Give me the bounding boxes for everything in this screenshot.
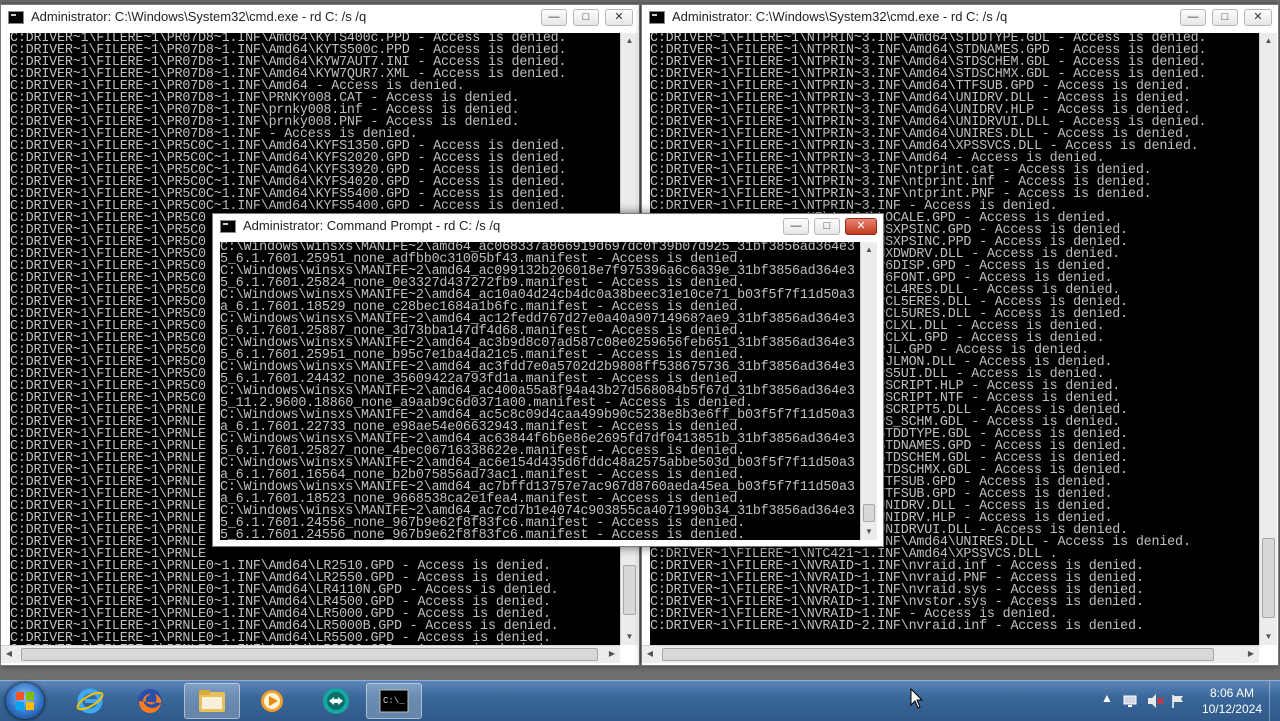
action-center-flag-icon[interactable] <box>1170 693 1186 709</box>
scroll-left-arrow[interactable]: ◀ <box>1 646 17 663</box>
scroll-thumb[interactable] <box>1262 538 1275 618</box>
command-prompt-icon: C:\_ <box>379 689 409 713</box>
network-icon[interactable] <box>1122 693 1138 709</box>
cmd-window-front[interactable]: Administrator: Command Prompt - rd C: /s… <box>212 213 884 547</box>
mouse-cursor-icon <box>910 688 924 709</box>
show-hidden-icons-button[interactable]: ▲ <box>1101 691 1113 705</box>
scroll-down-arrow[interactable]: ▼ <box>861 524 877 540</box>
minimize-button[interactable]: — <box>783 218 809 235</box>
scroll-right-arrow[interactable]: ▶ <box>1243 646 1259 663</box>
cmd-icon <box>220 220 236 233</box>
scroll-thumb[interactable] <box>863 504 875 522</box>
title-bar[interactable]: Administrator: C:\Windows\System32\cmd.e… <box>642 5 1278 31</box>
scroll-up-arrow[interactable]: ▲ <box>861 242 877 258</box>
taskbar-teamviewer[interactable] <box>308 683 364 719</box>
show-desktop-button[interactable] <box>1269 681 1280 721</box>
minimize-button[interactable]: — <box>1180 9 1206 26</box>
scroll-down-arrow[interactable]: ▼ <box>621 629 638 645</box>
scroll-thumb[interactable] <box>21 648 598 661</box>
taskbar-firefox[interactable] <box>122 683 178 719</box>
maximize-button[interactable]: □ <box>573 9 599 26</box>
clock-time: 8:06 AM <box>1209 686 1254 700</box>
close-button[interactable]: ✕ <box>605 9 633 26</box>
volume-muted-icon[interactable] <box>1146 693 1164 709</box>
svg-text:C:\_: C:\_ <box>383 696 405 706</box>
taskbar-internet-explorer[interactable] <box>62 683 118 719</box>
taskbar-command-prompt[interactable]: C:\_ <box>366 683 422 719</box>
console-output[interactable]: C:\Windows\winsxs\MANIFE~2\amd64_ac06833… <box>220 242 860 540</box>
maximize-button[interactable]: □ <box>1212 9 1238 26</box>
maximize-button[interactable]: □ <box>814 218 840 235</box>
scroll-up-arrow[interactable]: ▲ <box>621 33 638 49</box>
media-player-icon <box>261 690 283 712</box>
scroll-up-arrow[interactable]: ▲ <box>1260 33 1277 49</box>
cmd-icon <box>8 11 24 24</box>
clock-date: 10/12/2024 <box>1201 702 1262 716</box>
windows-logo-icon <box>16 692 34 710</box>
scroll-right-arrow[interactable]: ▶ <box>604 646 620 663</box>
cmd-icon <box>649 11 665 24</box>
window-title: Administrator: C:\Windows\System32\cmd.e… <box>31 9 367 24</box>
minimize-button[interactable]: — <box>541 9 567 26</box>
taskbar-file-explorer[interactable] <box>184 683 240 719</box>
close-button[interactable]: ✕ <box>1244 9 1272 26</box>
taskbar: C:\_ ▲ 8:06 AM 10/12/2024 <box>0 680 1280 721</box>
scroll-thumb[interactable] <box>623 565 636 615</box>
horizontal-scrollbar[interactable]: ◀ ▶ <box>642 645 1259 663</box>
title-bar[interactable]: Administrator: C:\Windows\System32\cmd.e… <box>1 5 639 31</box>
horizontal-scrollbar[interactable]: ◀ ▶ <box>1 645 620 663</box>
vertical-scrollbar[interactable]: ▲ ▼ <box>860 242 877 540</box>
scroll-left-arrow[interactable]: ◀ <box>642 646 658 663</box>
title-bar[interactable]: Administrator: Command Prompt - rd C: /s… <box>213 214 883 240</box>
folder-icon <box>199 690 225 712</box>
console-line: 5_6.1.7601.24556_none_967b9e62f8f83fc6.m… <box>220 528 745 540</box>
window-title: Administrator: C:\Windows\System32\cmd.e… <box>672 9 1008 24</box>
vertical-scrollbar[interactable]: ▲ ▼ <box>1259 33 1277 645</box>
internet-explorer-icon <box>76 688 104 714</box>
firefox-icon <box>138 689 162 714</box>
teamviewer-icon <box>323 688 349 714</box>
start-button[interactable] <box>6 683 44 719</box>
close-button[interactable]: ✕ <box>845 218 877 235</box>
window-title: Administrator: Command Prompt - rd C: /s… <box>243 218 501 233</box>
system-clock[interactable]: 8:06 AM 10/12/2024 <box>1202 685 1262 717</box>
console-line: C:DRIVER~1\FILERE~1\NVRAID~2.INF\nvraid.… <box>650 619 1144 634</box>
scroll-thumb[interactable] <box>662 648 1214 661</box>
taskbar-media-player[interactable] <box>244 683 300 719</box>
scroll-down-arrow[interactable]: ▼ <box>1260 629 1277 645</box>
